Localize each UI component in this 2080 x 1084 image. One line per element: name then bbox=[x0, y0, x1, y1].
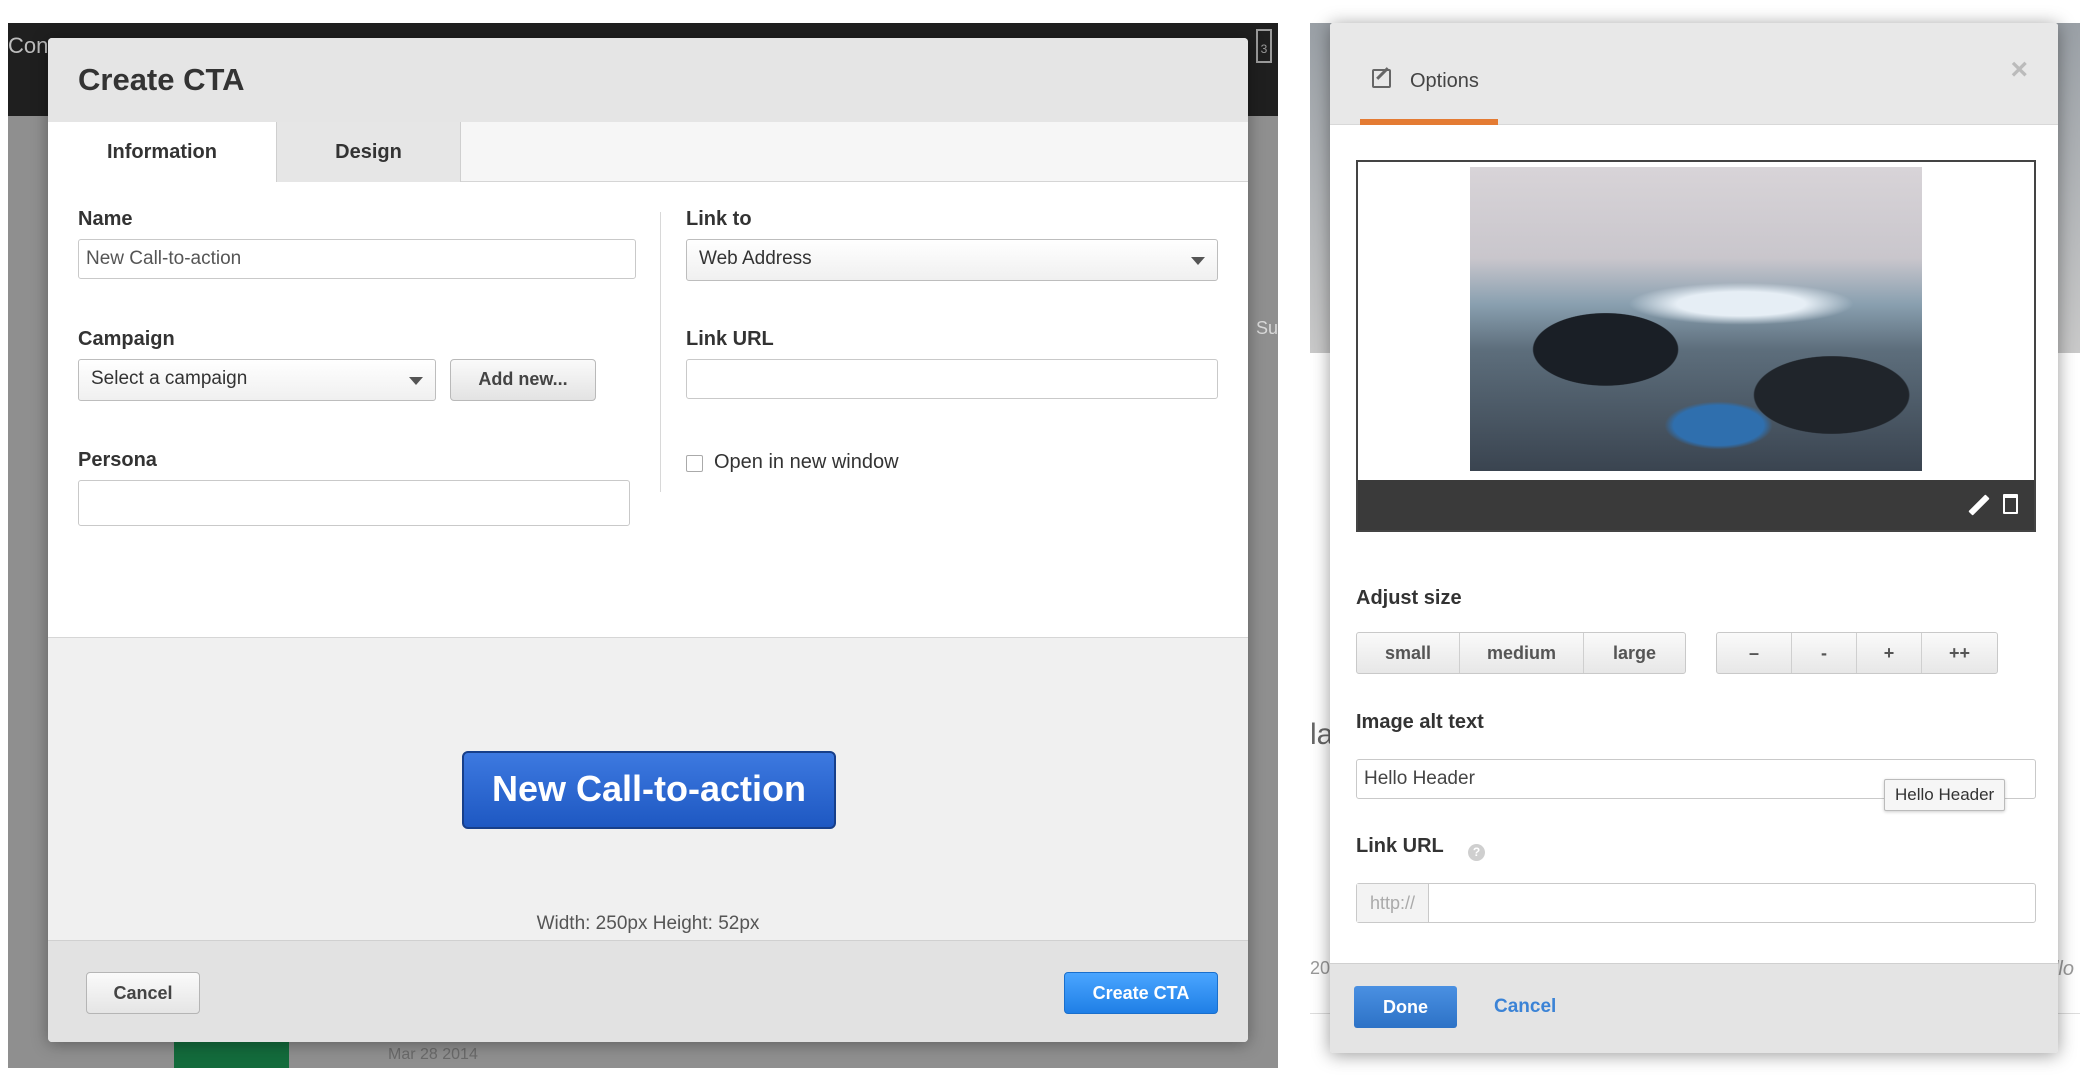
size-medium-button[interactable]: medium bbox=[1460, 633, 1584, 673]
link-url-label: Link URL bbox=[1356, 835, 1444, 857]
options-footer: Done Cancel bbox=[1330, 963, 2058, 1053]
size-increase-large-button[interactable]: ++ bbox=[1922, 633, 1997, 673]
add-campaign-button[interactable]: Add new... bbox=[450, 359, 596, 401]
image-preview-frame bbox=[1356, 160, 2036, 532]
modal-tabs: Information Design bbox=[48, 122, 1248, 183]
cta-preview-button: New Call-to-action bbox=[462, 751, 836, 829]
link-url-input-group[interactable]: http:// bbox=[1356, 883, 2036, 923]
create-cta-modal: Create CTA Information Design Name New C… bbox=[48, 38, 1248, 1042]
campaign-select[interactable]: Select a campaign bbox=[78, 359, 436, 401]
edit-icon bbox=[1372, 69, 1391, 88]
cancel-link[interactable]: Cancel bbox=[1494, 996, 1556, 1018]
modal-footer: Cancel Create CTA bbox=[48, 940, 1248, 1042]
size-step-group: – - + ++ bbox=[1716, 632, 1998, 674]
image-toolbar bbox=[1358, 480, 2034, 530]
trash-icon[interactable] bbox=[2003, 494, 2018, 514]
url-prefix: http:// bbox=[1357, 884, 1429, 922]
link-to-label: Link to bbox=[686, 208, 752, 230]
cta-preview-area: New Call-to-action Width: 250px Height: … bbox=[48, 637, 1248, 940]
size-large-button[interactable]: large bbox=[1584, 633, 1685, 673]
background-text-fragment: Su bbox=[1255, 318, 1278, 338]
link-to-select-value: Web Address bbox=[699, 248, 812, 269]
screenshot-canvas: Conte 3 Su Mar 28 2014 Create CTA Inform… bbox=[0, 0, 2080, 1084]
alt-text-tooltip: Hello Header bbox=[1884, 779, 2006, 811]
create-cta-button[interactable]: Create CTA bbox=[1064, 972, 1218, 1014]
tab-information[interactable]: Information bbox=[48, 122, 276, 183]
column-divider bbox=[660, 212, 661, 492]
size-decrease-button[interactable]: - bbox=[1792, 633, 1857, 673]
chevron-down-icon bbox=[1191, 257, 1205, 265]
alt-text-label: Image alt text bbox=[1356, 711, 1484, 733]
options-header: Options × bbox=[1330, 23, 2058, 125]
link-url-label: Link URL bbox=[686, 328, 774, 350]
modal-header: Create CTA bbox=[48, 38, 1248, 122]
persona-label: Persona bbox=[78, 449, 157, 471]
ocean-rocks-image bbox=[1470, 167, 1922, 471]
cancel-button[interactable]: Cancel bbox=[86, 972, 200, 1014]
image-options-modal: Options × Adjust size small medium large… bbox=[1330, 23, 2058, 1053]
cta-dimensions: Width: 250px Height: 52px bbox=[536, 913, 760, 934]
campaign-label: Campaign bbox=[78, 328, 175, 350]
size-small-button[interactable]: small bbox=[1357, 633, 1460, 673]
background-text-fragment: 20 bbox=[1310, 958, 1331, 978]
open-new-window-checkbox[interactable] bbox=[686, 455, 703, 472]
calendar-icon: 3 bbox=[1256, 29, 1272, 63]
information-form: Name New Call-to-action Campaign Select … bbox=[48, 182, 1248, 637]
open-new-window-label: Open in new window bbox=[714, 451, 899, 473]
link-to-select[interactable]: Web Address bbox=[686, 239, 1218, 281]
help-icon[interactable]: ? bbox=[1468, 844, 1485, 861]
chevron-down-icon bbox=[409, 377, 423, 385]
options-tab-label: Options bbox=[1410, 70, 1479, 92]
modal-title: Create CTA bbox=[78, 62, 245, 97]
adjust-size-label: Adjust size bbox=[1356, 587, 1462, 609]
pencil-icon[interactable] bbox=[1968, 494, 1990, 516]
background-date-fragment: Mar 28 2014 bbox=[388, 1046, 478, 1063]
size-decrease-large-button[interactable]: – bbox=[1717, 633, 1792, 673]
size-preset-group: small medium large bbox=[1356, 632, 1686, 674]
persona-field[interactable] bbox=[78, 480, 630, 526]
close-icon[interactable]: × bbox=[2010, 53, 2028, 87]
name-label: Name bbox=[78, 208, 133, 230]
name-field[interactable]: New Call-to-action bbox=[78, 239, 636, 279]
link-url-field[interactable] bbox=[686, 359, 1218, 399]
active-tab-underline bbox=[1360, 119, 1498, 125]
tab-options[interactable]: Options bbox=[1360, 23, 1498, 125]
background-green-button bbox=[174, 1042, 289, 1068]
done-button[interactable]: Done bbox=[1354, 986, 1457, 1028]
campaign-select-value: Select a campaign bbox=[91, 368, 248, 389]
tab-design[interactable]: Design bbox=[276, 122, 461, 182]
size-increase-button[interactable]: + bbox=[1857, 633, 1922, 673]
